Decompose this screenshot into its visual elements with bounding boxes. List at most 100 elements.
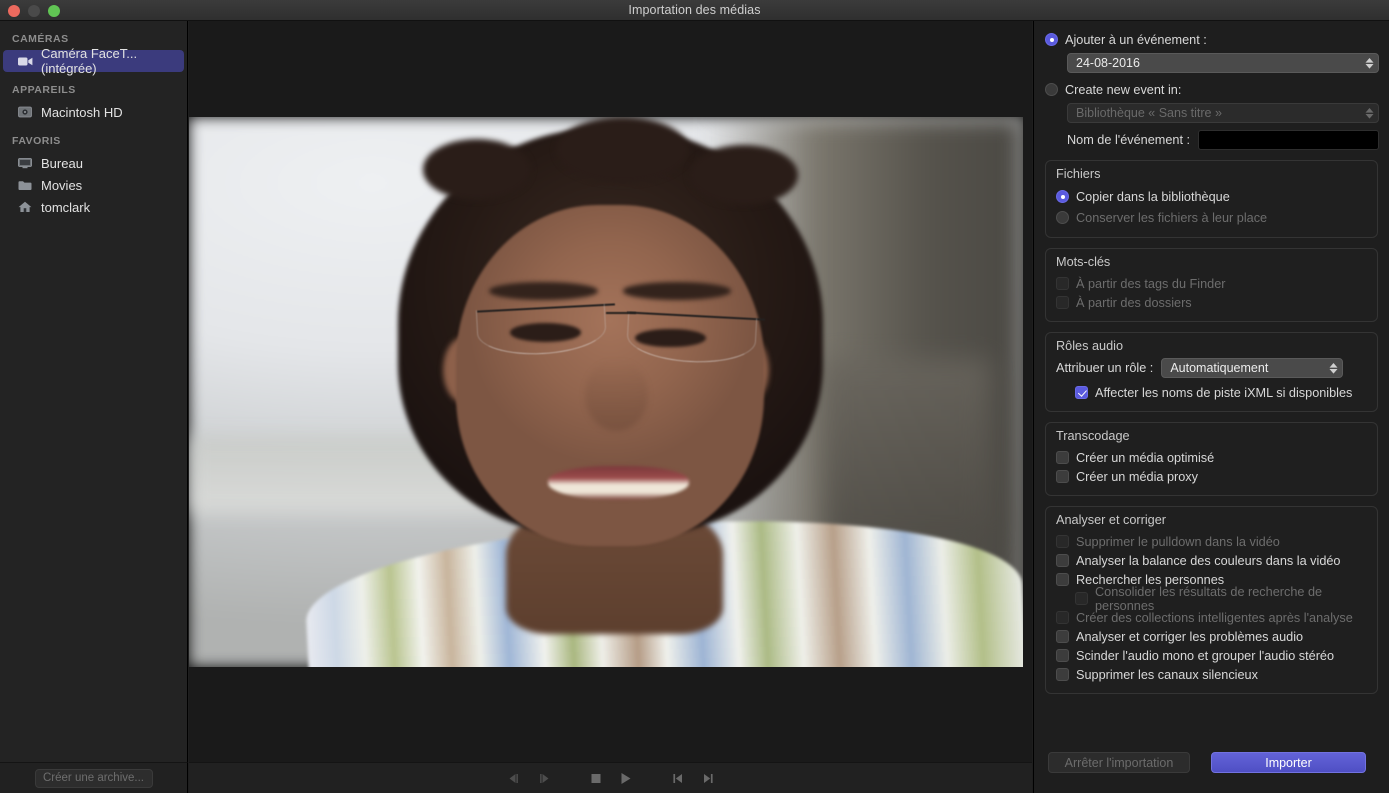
split-mono-group-stereo-label: Scinder l'audio mono et grouper l'audio … (1076, 649, 1334, 663)
skip-to-end-icon[interactable] (693, 765, 723, 791)
close-button[interactable] (8, 5, 20, 17)
stop-import-button[interactable]: Arrêter l'importation (1048, 752, 1190, 773)
ixml-track-names-checkbox[interactable] (1075, 386, 1088, 399)
create-new-event-option[interactable]: Create new event in: (1045, 79, 1378, 100)
archive-bar: Créer une archive... (0, 762, 188, 793)
home-icon (17, 200, 33, 214)
skip-to-start-icon[interactable] (663, 765, 693, 791)
subject-brow-right (623, 282, 731, 300)
copy-to-library-option[interactable]: Copier dans la bibliothèque (1056, 186, 1367, 207)
step-forward-icon[interactable] (529, 765, 559, 791)
audio-roles-group-title: Rôles audio (1056, 339, 1367, 353)
transcoding-group: Transcodage Créer un média optimisé Crée… (1045, 422, 1378, 496)
keyword-folders-checkbox[interactable] (1056, 296, 1069, 309)
zoom-button[interactable] (48, 5, 60, 17)
sidebar-item-movies[interactable]: Movies (3, 174, 184, 196)
create-proxy-media-checkbox[interactable] (1056, 470, 1069, 483)
keyword-folders-option[interactable]: À partir des dossiers (1056, 293, 1367, 312)
remove-pulldown-label: Supprimer le pulldown dans la vidéo (1076, 535, 1280, 549)
import-button[interactable]: Importer (1211, 752, 1366, 773)
play-icon[interactable] (611, 765, 641, 791)
transcoding-group-title: Transcodage (1056, 429, 1367, 443)
remove-pulldown-option[interactable]: Supprimer le pulldown dans la vidéo (1056, 532, 1367, 551)
fix-audio-problems-option[interactable]: Analyser et corriger les problèmes audio (1056, 627, 1367, 646)
remove-pulldown-checkbox[interactable] (1056, 535, 1069, 548)
audio-roles-group: Rôles audio Attribuer un rôle : Automati… (1045, 332, 1378, 412)
consolidate-people-results-checkbox[interactable] (1075, 592, 1088, 605)
minimize-button[interactable] (28, 5, 40, 17)
import-settings-inspector: Ajouter à un événement : 24-08-2016 Crea… (1033, 21, 1389, 793)
consolidate-people-results-label: Consolider les résultats de recherche de… (1095, 585, 1367, 613)
keywords-group: Mots-clés À partir des tags du Finder À … (1045, 248, 1378, 322)
sidebar-header-favorites: FAVORIS (0, 123, 187, 152)
create-smart-collections-option[interactable]: Créer des collections intelligentes aprè… (1056, 608, 1367, 627)
assign-role-select[interactable]: Automatiquement (1161, 358, 1343, 378)
event-name-label: Nom de l'événement : (1067, 133, 1190, 147)
create-new-event-radio[interactable] (1045, 83, 1058, 96)
create-optimized-media-option[interactable]: Créer un média optimisé (1056, 448, 1367, 467)
copy-to-library-radio[interactable] (1056, 190, 1069, 203)
analyze-color-balance-label: Analyser la balance des couleurs dans la… (1076, 554, 1341, 568)
create-optimized-media-checkbox[interactable] (1056, 451, 1069, 464)
fix-audio-problems-label: Analyser et corriger les problèmes audio (1076, 630, 1303, 644)
assign-role-label: Attribuer un rôle : (1056, 361, 1153, 375)
desktop-icon (17, 156, 33, 170)
action-buttons: Arrêter l'importation Importer (1034, 752, 1389, 773)
files-group: Fichiers Copier dans la bibliothèque Con… (1045, 160, 1378, 238)
create-new-event-label: Create new event in: (1065, 83, 1181, 97)
sidebar-item-macintosh-hd[interactable]: Macintosh HD (3, 101, 184, 123)
hair-tuft-top (556, 117, 689, 183)
event-name-input[interactable] (1198, 130, 1379, 150)
leave-in-place-option[interactable]: Conserver les fichiers à leur place (1056, 207, 1367, 228)
create-smart-collections-checkbox[interactable] (1056, 611, 1069, 624)
stop-icon[interactable] (581, 765, 611, 791)
folder-icon (17, 178, 33, 192)
subject-nose (585, 359, 648, 431)
sidebar-item-bureau[interactable]: Bureau (3, 152, 184, 174)
event-name-row: Nom de l'événement : (1067, 130, 1379, 150)
sidebar-item-tomclark[interactable]: tomclark (3, 196, 184, 218)
chevron-updown-icon[interactable] (1365, 58, 1374, 69)
keyword-finder-tags-checkbox[interactable] (1056, 277, 1069, 290)
video-preview-frame[interactable] (189, 117, 1023, 667)
copy-to-library-label: Copier dans la bibliothèque (1076, 190, 1230, 204)
split-mono-group-stereo-checkbox[interactable] (1056, 649, 1069, 662)
leave-in-place-radio[interactable] (1056, 211, 1069, 224)
add-to-event-label: Ajouter à un événement : (1065, 33, 1207, 47)
transport-controls (189, 762, 1032, 793)
consolidate-people-results-option[interactable]: Consolider les résultats de recherche de… (1056, 589, 1367, 608)
ixml-track-names-option[interactable]: Affecter les noms de piste iXML si dispo… (1056, 383, 1367, 402)
background-shelf (823, 359, 990, 546)
analyze-color-balance-option[interactable]: Analyser la balance des couleurs dans la… (1056, 551, 1367, 570)
remove-silent-channels-label: Supprimer les canaux silencieux (1076, 668, 1258, 682)
hair-tuft-right (689, 145, 797, 206)
subject-brow-left (489, 282, 597, 300)
event-select[interactable]: 24-08-2016 (1067, 53, 1379, 73)
library-select[interactable]: Bibliothèque « Sans titre » (1067, 103, 1379, 123)
sidebar-item-facetime-camera[interactable]: Caméra FaceT... (intégrée) (3, 50, 184, 72)
assign-role-value: Automatiquement (1170, 361, 1268, 375)
sidebar-header-devices: APPAREILS (0, 72, 187, 101)
keywords-group-title: Mots-clés (1056, 255, 1367, 269)
create-archive-button[interactable]: Créer une archive... (35, 769, 153, 788)
video-preview-area (189, 21, 1032, 762)
chevron-updown-icon[interactable] (1365, 108, 1374, 119)
library-select-value: Bibliothèque « Sans titre » (1076, 106, 1222, 120)
keyword-finder-tags-option[interactable]: À partir des tags du Finder (1056, 274, 1367, 293)
harddrive-icon (17, 105, 33, 119)
fix-audio-problems-checkbox[interactable] (1056, 630, 1069, 643)
add-to-event-option[interactable]: Ajouter à un événement : (1045, 29, 1378, 50)
find-people-checkbox[interactable] (1056, 573, 1069, 586)
hair-tuft-left (423, 139, 531, 200)
create-proxy-media-option[interactable]: Créer un média proxy (1056, 467, 1367, 486)
sidebar-item-label: tomclark (41, 200, 90, 215)
split-mono-group-stereo-option[interactable]: Scinder l'audio mono et grouper l'audio … (1056, 646, 1367, 665)
create-proxy-media-label: Créer un média proxy (1076, 470, 1198, 484)
analyze-color-balance-checkbox[interactable] (1056, 554, 1069, 567)
add-to-event-radio[interactable] (1045, 33, 1058, 46)
analyze-group: Analyser et corriger Supprimer le pulldo… (1045, 506, 1378, 694)
chevron-updown-icon[interactable] (1329, 363, 1338, 374)
remove-silent-channels-checkbox[interactable] (1056, 668, 1069, 681)
remove-silent-channels-option[interactable]: Supprimer les canaux silencieux (1056, 665, 1367, 684)
step-backward-icon[interactable] (499, 765, 529, 791)
